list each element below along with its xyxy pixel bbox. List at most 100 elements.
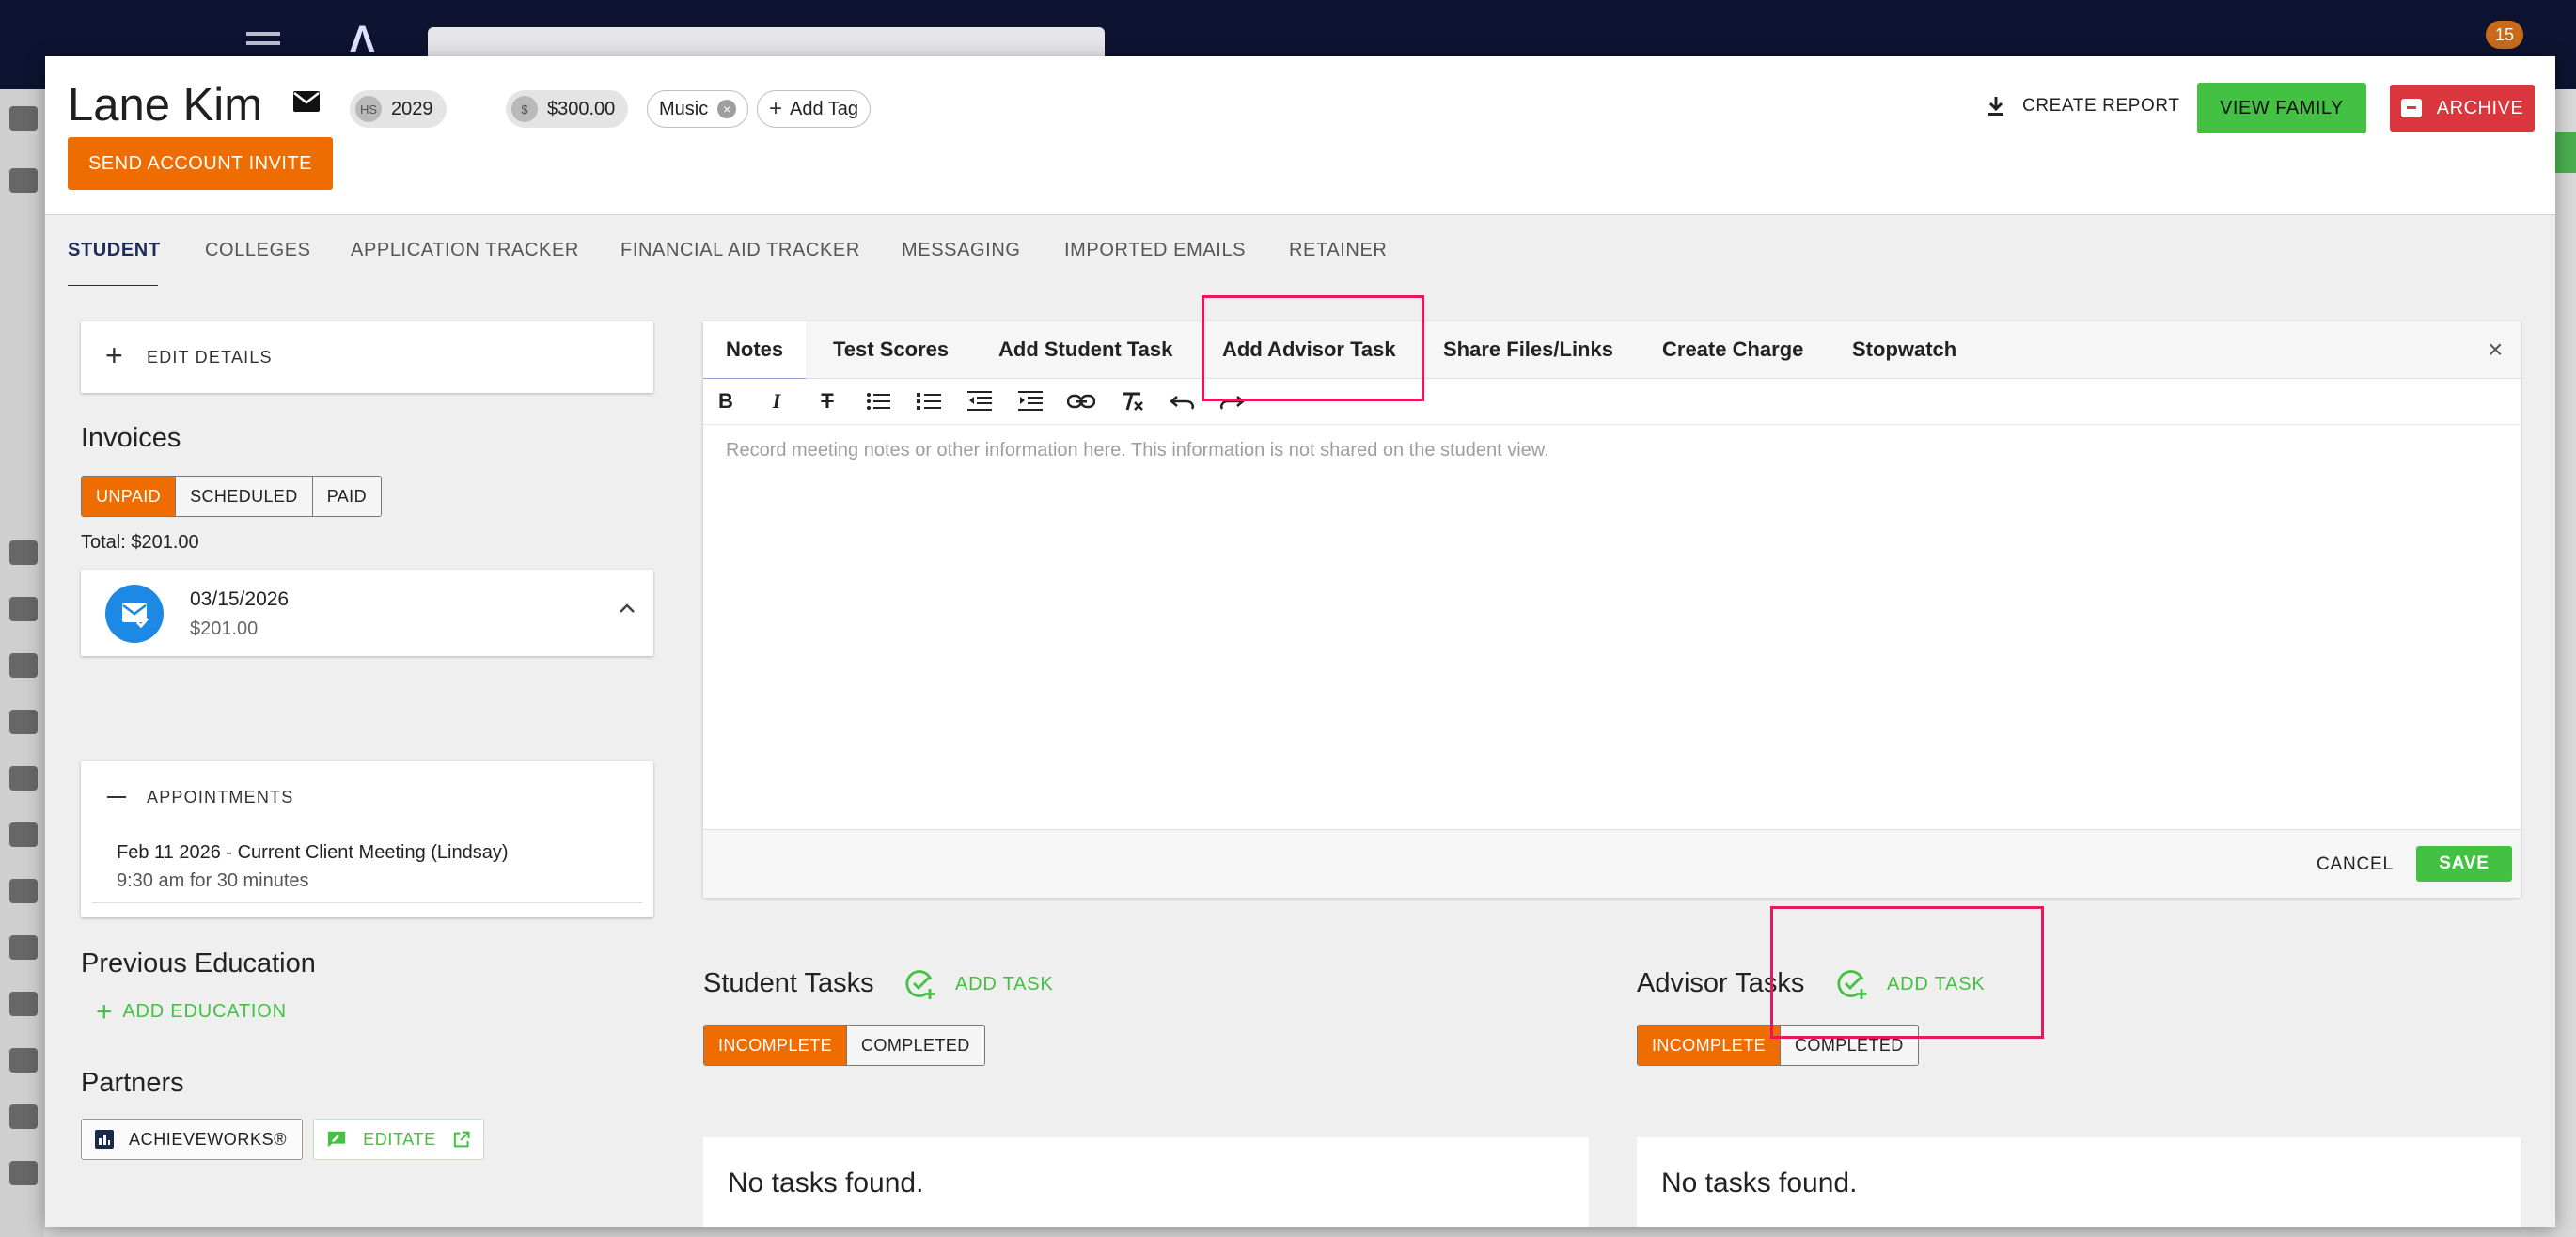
grad-year: 2029 — [391, 98, 433, 119]
tab-notes[interactable]: Notes — [703, 321, 807, 381]
tab-create-charge[interactable]: Create Charge — [1662, 321, 1803, 378]
tab-stopwatch[interactable]: Stopwatch — [1852, 321, 1956, 378]
close-editor-icon[interactable]: × — [2488, 321, 2503, 378]
add-task-icon — [905, 970, 935, 999]
filter-paid[interactable]: PAID — [312, 477, 381, 516]
list-icon[interactable] — [9, 766, 38, 791]
indent-icon[interactable] — [1015, 386, 1045, 416]
send-account-invite-button[interactable]: SEND ACCOUNT INVITE — [68, 137, 333, 190]
create-report-label: CREATE REPORT — [2022, 96, 2180, 116]
archive-label: ARCHIVE — [2436, 97, 2524, 118]
add-education-button[interactable]: + ADD EDUCATION — [96, 996, 287, 1028]
link-icon[interactable] — [1066, 386, 1096, 416]
bold-icon[interactable]: B — [711, 386, 741, 416]
partner-editate[interactable]: EDITATE — [313, 1119, 484, 1160]
edit-details-label: EDIT DETAILS — [147, 348, 273, 367]
chevron-up-icon[interactable] — [617, 598, 637, 618]
editor-tabs: Notes Test Scores Add Student Task Add A… — [703, 321, 2521, 381]
archive-button[interactable]: ARCHIVE — [2390, 85, 2535, 132]
filter-unpaid[interactable]: UNPAID — [82, 477, 177, 516]
mail-rail-icon[interactable] — [9, 1048, 38, 1073]
invoice-total: Total: $201.00 — [81, 532, 199, 553]
italic-icon[interactable]: I — [762, 386, 792, 416]
balance-chip: $ $300.00 — [506, 90, 629, 128]
tab-colleges[interactable]: COLLEGES — [205, 215, 311, 285]
tab-share-files-links[interactable]: Share Files/Links — [1443, 321, 1613, 378]
bullet-list-icon[interactable] — [863, 386, 893, 416]
student-name: Lane Kim — [68, 80, 263, 131]
create-report-button[interactable]: CREATE REPORT — [1987, 96, 2180, 117]
notes-textarea[interactable]: Record meeting notes or other informatio… — [726, 440, 1549, 462]
strikethrough-icon[interactable]: T — [812, 386, 842, 416]
collapse-icon[interactable] — [107, 796, 126, 798]
document-icon[interactable] — [9, 992, 38, 1016]
student-header: Lane Kim HS 2029 $ $300.00 Music × + Add… — [45, 56, 2555, 214]
main-tab-bar: STUDENT COLLEGES APPLICATION TRACKER FIN… — [45, 214, 2555, 288]
empty-message: No tasks found. — [1661, 1167, 1858, 1198]
invoice-amount: $201.00 — [190, 618, 259, 639]
edit-details-card[interactable]: + EDIT DETAILS — [81, 321, 653, 393]
plus-icon: + — [769, 96, 783, 121]
background-green-button — [2555, 132, 2576, 173]
merge-icon[interactable] — [9, 879, 38, 903]
empty-message: No tasks found. — [728, 1167, 924, 1198]
network-icon[interactable] — [9, 653, 38, 678]
outdent-icon[interactable] — [965, 386, 995, 416]
mail-check-icon — [122, 603, 149, 629]
add-student-task-button[interactable]: ADD TASK — [904, 968, 1054, 1000]
video-icon[interactable] — [9, 822, 38, 847]
tab-imported-emails[interactable]: IMPORTED EMAILS — [1064, 215, 1246, 285]
people-icon[interactable] — [9, 168, 38, 193]
checklist-icon[interactable] — [9, 710, 38, 734]
partners-title: Partners — [81, 1068, 184, 1098]
email-icon[interactable] — [292, 90, 321, 113]
formatting-toolbar: B I T — [703, 379, 2521, 425]
book-icon[interactable] — [9, 935, 38, 960]
undo-icon[interactable] — [1168, 386, 1198, 416]
external-link-icon[interactable] — [453, 1130, 470, 1149]
remove-tag-icon[interactable]: × — [717, 100, 737, 118]
app-left-rail — [0, 89, 44, 1237]
tab-add-student-task[interactable]: Add Student Task — [998, 321, 1172, 378]
dashboard-icon[interactable] — [9, 106, 38, 131]
tag-chip-music[interactable]: Music × — [647, 90, 749, 128]
student-tasks-list: No tasks found. — [703, 1137, 1589, 1227]
highlight-advisor-add-task — [1770, 906, 2044, 1039]
plus-icon: + — [96, 996, 114, 1027]
tab-application-tracker[interactable]: APPLICATION TRACKER — [351, 215, 579, 285]
filter-completed[interactable]: COMPLETED — [847, 1026, 984, 1065]
add-tag-label: Add Tag — [790, 98, 859, 119]
add-task-label: ADD TASK — [955, 973, 1054, 994]
filter-incomplete[interactable]: INCOMPLETE — [1638, 1026, 1782, 1065]
partner-achieveworks[interactable]: ACHIEVEWORKS® — [81, 1119, 303, 1160]
menu-icon[interactable] — [246, 41, 280, 45]
tab-test-scores[interactable]: Test Scores — [833, 321, 949, 378]
appointments-label: APPOINTMENTS — [147, 788, 294, 806]
dollar-icon[interactable] — [9, 1104, 38, 1129]
view-family-button[interactable]: VIEW FAMILY — [2197, 83, 2366, 133]
numbered-list-icon[interactable] — [914, 386, 944, 416]
chart-icon — [95, 1130, 114, 1149]
tab-messaging[interactable]: MESSAGING — [902, 215, 1021, 285]
hs-avatar: HS — [355, 96, 382, 122]
appointments-card: APPOINTMENTS Feb 11 2026 - Current Clien… — [81, 761, 653, 917]
add-tag-chip[interactable]: + Add Tag — [757, 90, 872, 128]
tab-financial-aid-tracker[interactable]: FINANCIAL AID TRACKER — [620, 215, 860, 285]
filter-incomplete[interactable]: INCOMPLETE — [704, 1026, 848, 1065]
invoice-avatar — [105, 585, 164, 643]
columns-icon[interactable] — [9, 597, 38, 621]
invoice-row[interactable]: 03/15/2026 $201.00 — [81, 570, 653, 656]
clear-format-icon[interactable] — [1117, 386, 1147, 416]
school-icon[interactable] — [9, 540, 38, 565]
tab-retainer[interactable]: RETAINER — [1289, 215, 1387, 285]
invoice-date: 03/15/2026 — [190, 588, 290, 610]
grad-year-chip: HS 2029 — [350, 90, 447, 128]
balance-amount: $300.00 — [547, 98, 616, 119]
save-button[interactable]: SAVE — [2416, 846, 2512, 882]
tab-student[interactable]: STUDENT — [68, 215, 160, 288]
signature-icon[interactable] — [9, 1161, 38, 1185]
student-modal: Lane Kim HS 2029 $ $300.00 Music × + Add… — [45, 56, 2555, 1227]
student-content: + EDIT DETAILS Invoices UNPAID SCHEDULED… — [45, 286, 2555, 1227]
filter-scheduled[interactable]: SCHEDULED — [176, 477, 313, 516]
cancel-button[interactable]: CANCEL — [2317, 854, 2394, 875]
